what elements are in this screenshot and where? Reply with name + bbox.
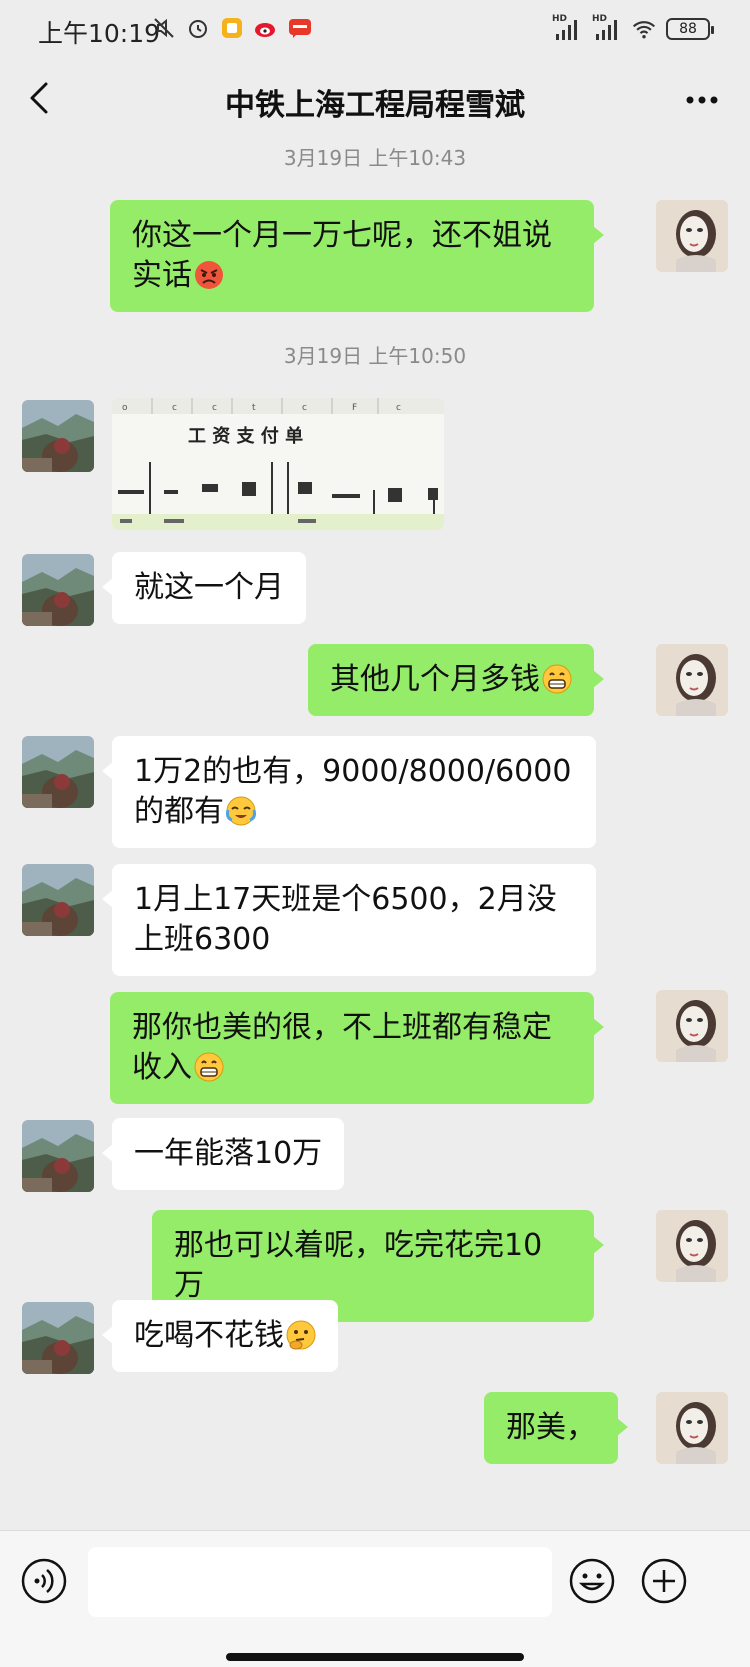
input-bar (0, 1530, 750, 1667)
avatar-me[interactable] (656, 644, 728, 716)
emoji-icon[interactable] (568, 1557, 616, 1605)
mute-icon (152, 16, 176, 40)
svg-text:c: c (212, 403, 217, 413)
avatar-other[interactable] (22, 554, 94, 626)
svg-text:o: o (122, 403, 128, 413)
thinking-face-icon (286, 1320, 316, 1350)
svg-text:t: t (252, 403, 256, 413)
timestamp: 3月19日 上午10:43 (283, 146, 467, 170)
chat-title: 中铁上海工程局程雪斌 (225, 88, 525, 123)
message-text: 1万2的也有，9000/8000/6000的都有 (134, 754, 572, 829)
avatar-other[interactable] (22, 400, 94, 472)
avatar-me[interactable] (656, 1392, 728, 1464)
battery-level: 88 (679, 21, 697, 37)
avatar-other[interactable] (22, 864, 94, 936)
grinning-face-icon (194, 1052, 224, 1082)
payslip-title: 工 资 支 付 单 (188, 425, 303, 447)
plus-icon[interactable] (640, 1557, 688, 1605)
message-text: 那也可以着呢，吃完花完10万 (174, 1228, 543, 1303)
signal-hd-icon: HD (552, 14, 582, 42)
message-input[interactable] (88, 1547, 552, 1617)
timestamp: 3月19日 上午10:50 (283, 344, 467, 368)
message-text: 吃喝不花钱 (134, 1318, 284, 1353)
angry-face-icon (194, 260, 224, 290)
alarm-icon (186, 16, 210, 40)
notes-icon (220, 16, 244, 40)
chat-area[interactable]: 3月19日 上午10:43 你这一个月一万七呢，还不姐说实话 3月19日 上午1… (0, 136, 750, 1530)
message-bubble-other[interactable]: 吃喝不花钱 (102, 1300, 338, 1372)
message-bubble-other[interactable]: 1万2的也有，9000/8000/6000的都有 (102, 736, 596, 848)
weibo-icon (254, 16, 278, 40)
chat-header: 中铁上海工程局程雪斌 (0, 64, 750, 136)
image-message[interactable]: o c c t c Fc 工 资 支 付 单 (112, 398, 444, 530)
message-text: 其他几个月多钱 (330, 662, 540, 697)
avatar-me[interactable] (656, 990, 728, 1062)
message-bubble-me[interactable]: 其他几个月多钱 (308, 644, 604, 716)
message-bubble-me[interactable]: 那美， (484, 1392, 628, 1464)
svg-text:c: c (172, 403, 177, 413)
status-icons-right: HD HD 88 (552, 14, 714, 42)
message-text: 一年能落10万 (134, 1136, 323, 1171)
app-icon (288, 16, 312, 40)
battery-icon: 88 (666, 18, 714, 40)
message-text: 就这一个月 (134, 570, 284, 605)
avatar-other[interactable] (22, 1302, 94, 1374)
message-bubble-me[interactable]: 那你也美的很，不上班都有稳定收入 (110, 992, 604, 1104)
message-bubble-other[interactable]: 一年能落10万 (101, 1118, 345, 1190)
payslip-image: o c c t c Fc 工 资 支 付 单 (112, 398, 444, 530)
status-bar: 上午10:19 HD HD 88 (0, 0, 750, 64)
grinning-face-icon (542, 664, 572, 694)
avatar-me[interactable] (656, 1210, 728, 1282)
message-bubble-other[interactable]: 就这一个月 (102, 552, 306, 624)
avatar-other[interactable] (22, 736, 94, 808)
signal-hd-icon: HD (592, 14, 622, 42)
more-dots-icon[interactable] (680, 80, 724, 120)
home-indicator (226, 1653, 524, 1661)
crying-laughing-face-icon (226, 796, 256, 826)
wifi-icon (632, 17, 656, 41)
avatar-me[interactable] (656, 200, 728, 272)
message-text: 那美， (506, 1410, 596, 1445)
svg-text:c: c (396, 403, 401, 413)
message-bubble-me[interactable]: 你这一个月一万七呢，还不姐说实话 (110, 200, 604, 312)
status-icons-left (152, 16, 312, 40)
message-text: 1月上17天班是个6500，2月没上班6300 (134, 882, 557, 957)
voice-icon[interactable] (20, 1557, 68, 1605)
status-time: 上午10:19 (38, 19, 161, 48)
avatar-other[interactable] (22, 1120, 94, 1192)
message-bubble-other[interactable]: 1月上17天班是个6500，2月没上班6300 (102, 864, 596, 976)
svg-text:c: c (302, 403, 307, 413)
svg-text:F: F (352, 403, 357, 413)
